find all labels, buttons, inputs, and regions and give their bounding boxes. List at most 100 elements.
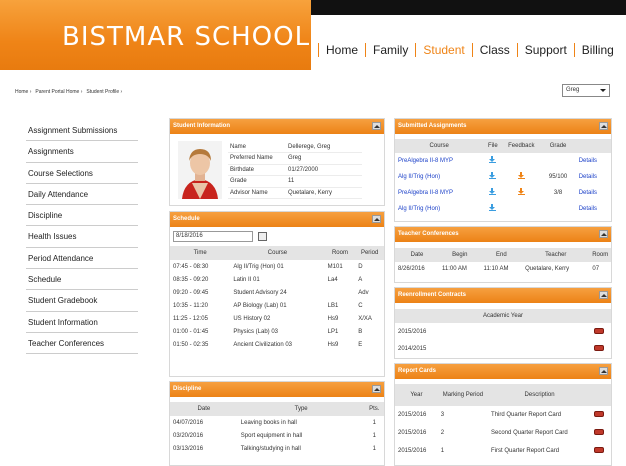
collapse-icon[interactable]	[372, 385, 381, 393]
course-link[interactable]: PreAlgebra II-8 MYP	[395, 185, 483, 201]
collapse-icon[interactable]	[599, 122, 608, 130]
course-link[interactable]: PreAlgebra II-8 MYP	[395, 153, 483, 169]
sidebar-item[interactable]: Assignments	[26, 141, 138, 163]
pdf-cell	[591, 424, 611, 442]
column-header: Grade	[540, 139, 576, 153]
table-cell: First Quarter Report Card	[491, 448, 560, 454]
table-cell: A	[358, 276, 363, 283]
column-header: Date	[395, 248, 439, 262]
panel-header: Student Information	[170, 119, 384, 134]
table-row: Alg II/Trig (Hon) Details	[395, 201, 611, 217]
feedback-cell	[502, 201, 540, 217]
table-cell	[325, 286, 356, 299]
report-cards-table: Year Marking Period Description 2015/2016 3 T…	[395, 384, 611, 460]
schedule-date-input[interactable]: 8/18/2016	[173, 231, 253, 242]
details-link[interactable]: Details	[576, 169, 611, 185]
table-cell: Third Quarter Report Card	[491, 412, 562, 418]
table-cell: 11:10 AM	[483, 265, 509, 272]
sidebar-item[interactable]: Teacher Conferences	[26, 333, 138, 355]
sidebar-item[interactable]: Student Information	[26, 312, 138, 333]
sidebar-item[interactable]: Course Selections	[26, 163, 138, 184]
sidebar-item[interactable]: Daily Attendance	[26, 184, 138, 206]
table-cell: US History 02	[233, 315, 271, 322]
breadcrumb-item[interactable]: Student Profile ›	[86, 89, 122, 95]
download-file-icon[interactable]	[489, 172, 497, 179]
sidebar-item[interactable]: Student Gradebook	[26, 290, 138, 312]
panel-title: Schedule	[173, 216, 200, 222]
calendar-icon[interactable]	[258, 232, 267, 241]
download-feedback-icon[interactable]	[517, 188, 525, 195]
panel-header: Submitted Assignments	[395, 119, 611, 134]
student-select-value: Greg	[566, 87, 580, 93]
download-file-icon[interactable]	[489, 188, 497, 195]
table-cell: 3	[440, 412, 445, 418]
table-cell: D	[358, 263, 363, 270]
pdf-cell	[591, 442, 611, 460]
column-header: Type	[237, 402, 365, 416]
breadcrumb-item[interactable]: Home ›	[15, 89, 31, 95]
header-row: Time Course Room Period	[170, 246, 384, 260]
nav-support[interactable]: Support	[518, 43, 575, 57]
nav-home[interactable]: Home	[318, 43, 367, 57]
table-cell: Second Quarter Report Card	[491, 430, 568, 436]
header-row: Academic Year	[395, 309, 611, 323]
collapse-icon[interactable]	[599, 367, 608, 375]
table-row: 08:35 - 09:20 Latin II 01 La4 A	[170, 273, 384, 286]
table-cell: 10:35 - 11:20	[173, 302, 208, 309]
table-cell: 01:00 - 01:45	[173, 328, 209, 335]
nav-family[interactable]: Family	[366, 43, 417, 57]
table-row: PreAlgebra II-8 MYP 3/8 Details	[395, 185, 611, 201]
column-header: Date	[170, 402, 238, 416]
table-row: 09:20 - 09:45 Student Advisory 24 Adv	[170, 286, 384, 299]
sidebar-item[interactable]: Period Attendance	[26, 248, 138, 270]
table-row: 11:25 - 12:05 US History 02 Hs9 X/XA	[170, 312, 384, 325]
sidebar-item[interactable]: Health Issues	[26, 226, 138, 248]
pdf-icon[interactable]	[594, 411, 605, 417]
nav-class[interactable]: Class	[473, 43, 518, 57]
column-header: Course	[395, 139, 484, 153]
breadcrumb-item[interactable]: Parent Portal Home ›	[35, 89, 82, 95]
details-link[interactable]: Details	[576, 153, 611, 169]
sidebar-item[interactable]: Schedule	[26, 269, 138, 291]
sidebar-item[interactable]: Discipline	[26, 205, 138, 227]
download-file-icon[interactable]	[489, 156, 497, 163]
reenrollment-panel: Reenrollment Contracts Academic Year 2015…	[394, 287, 612, 359]
info-value: Greg	[286, 152, 362, 165]
download-file-icon[interactable]	[489, 204, 497, 211]
column-header: Begin	[438, 248, 481, 262]
pdf-icon[interactable]	[594, 429, 605, 435]
pdf-icon[interactable]	[594, 344, 604, 351]
table-cell: 1	[372, 432, 376, 439]
course-link[interactable]: Alg II/Trig (Hon)	[395, 169, 483, 185]
nav-student[interactable]: Student	[416, 43, 473, 57]
panel-title: Discipline	[173, 386, 202, 392]
student-photo	[178, 141, 222, 199]
collapse-icon[interactable]	[599, 230, 608, 238]
table-row: 01:50 - 02:35 Ancient Civilization 03 Hs9 E	[170, 338, 384, 351]
collapse-icon[interactable]	[372, 122, 381, 130]
table-cell: Quetalare, Kerry	[525, 265, 570, 272]
pdf-icon[interactable]	[594, 327, 604, 334]
nav-billing[interactable]: Billing	[575, 43, 621, 57]
sidebar-item[interactable]: Assignment Submissions	[26, 120, 138, 142]
details-link[interactable]: Details	[576, 201, 611, 217]
table-cell: 03/13/2016	[173, 445, 204, 452]
table-cell: Adv	[358, 289, 369, 296]
table-row: 2015/2016 3 Third Quarter Report Card	[395, 406, 611, 424]
schedule-date-value: 8/18/2016	[176, 233, 203, 239]
collapse-icon[interactable]	[372, 215, 381, 223]
student-select[interactable]: Greg	[562, 84, 610, 97]
course-link[interactable]: Alg II/Trig (Hon)	[395, 201, 483, 217]
submitted-assignments-panel: Submitted Assignments Course File Feedback…	[394, 118, 612, 222]
table-row: Alg II/Trig (Hon) 95/100 Details	[395, 169, 611, 185]
info-row: Advisor Name Quetalare, Kerry	[228, 187, 362, 199]
panel-title: Student Information	[173, 123, 230, 129]
column-header: End	[480, 248, 523, 262]
pdf-icon[interactable]	[594, 447, 605, 453]
table-row: 03/13/2016 Talking/studying in hall 1	[170, 442, 384, 455]
download-feedback-icon[interactable]	[517, 172, 525, 179]
table-cell: 1	[440, 448, 445, 454]
collapse-icon[interactable]	[599, 291, 608, 299]
details-link[interactable]: Details	[576, 185, 611, 201]
panel-title: Submitted Assignments	[398, 123, 467, 129]
